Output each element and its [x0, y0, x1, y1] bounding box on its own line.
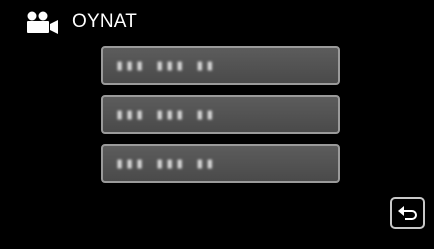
- back-button[interactable]: [390, 197, 425, 229]
- page-title: OYNAT: [72, 11, 138, 32]
- return-arrow-icon: [397, 206, 417, 220]
- menu-item-2[interactable]: ▮▮▮ ▮▮▮ ▮▮: [101, 95, 340, 134]
- header: OYNAT: [22, 8, 137, 36]
- menu-item-1[interactable]: ▮▮▮ ▮▮▮ ▮▮: [101, 46, 340, 85]
- menu-item-label: ▮▮▮ ▮▮▮ ▮▮: [115, 56, 216, 74]
- menu-list: ▮▮▮ ▮▮▮ ▮▮ ▮▮▮ ▮▮▮ ▮▮ ▮▮▮ ▮▮▮ ▮▮: [101, 46, 340, 193]
- video-camera-icon: [27, 11, 58, 34]
- menu-item-label: ▮▮▮ ▮▮▮ ▮▮: [115, 105, 216, 123]
- menu-item-3[interactable]: ▮▮▮ ▮▮▮ ▮▮: [101, 144, 340, 183]
- menu-item-label: ▮▮▮ ▮▮▮ ▮▮: [115, 154, 216, 172]
